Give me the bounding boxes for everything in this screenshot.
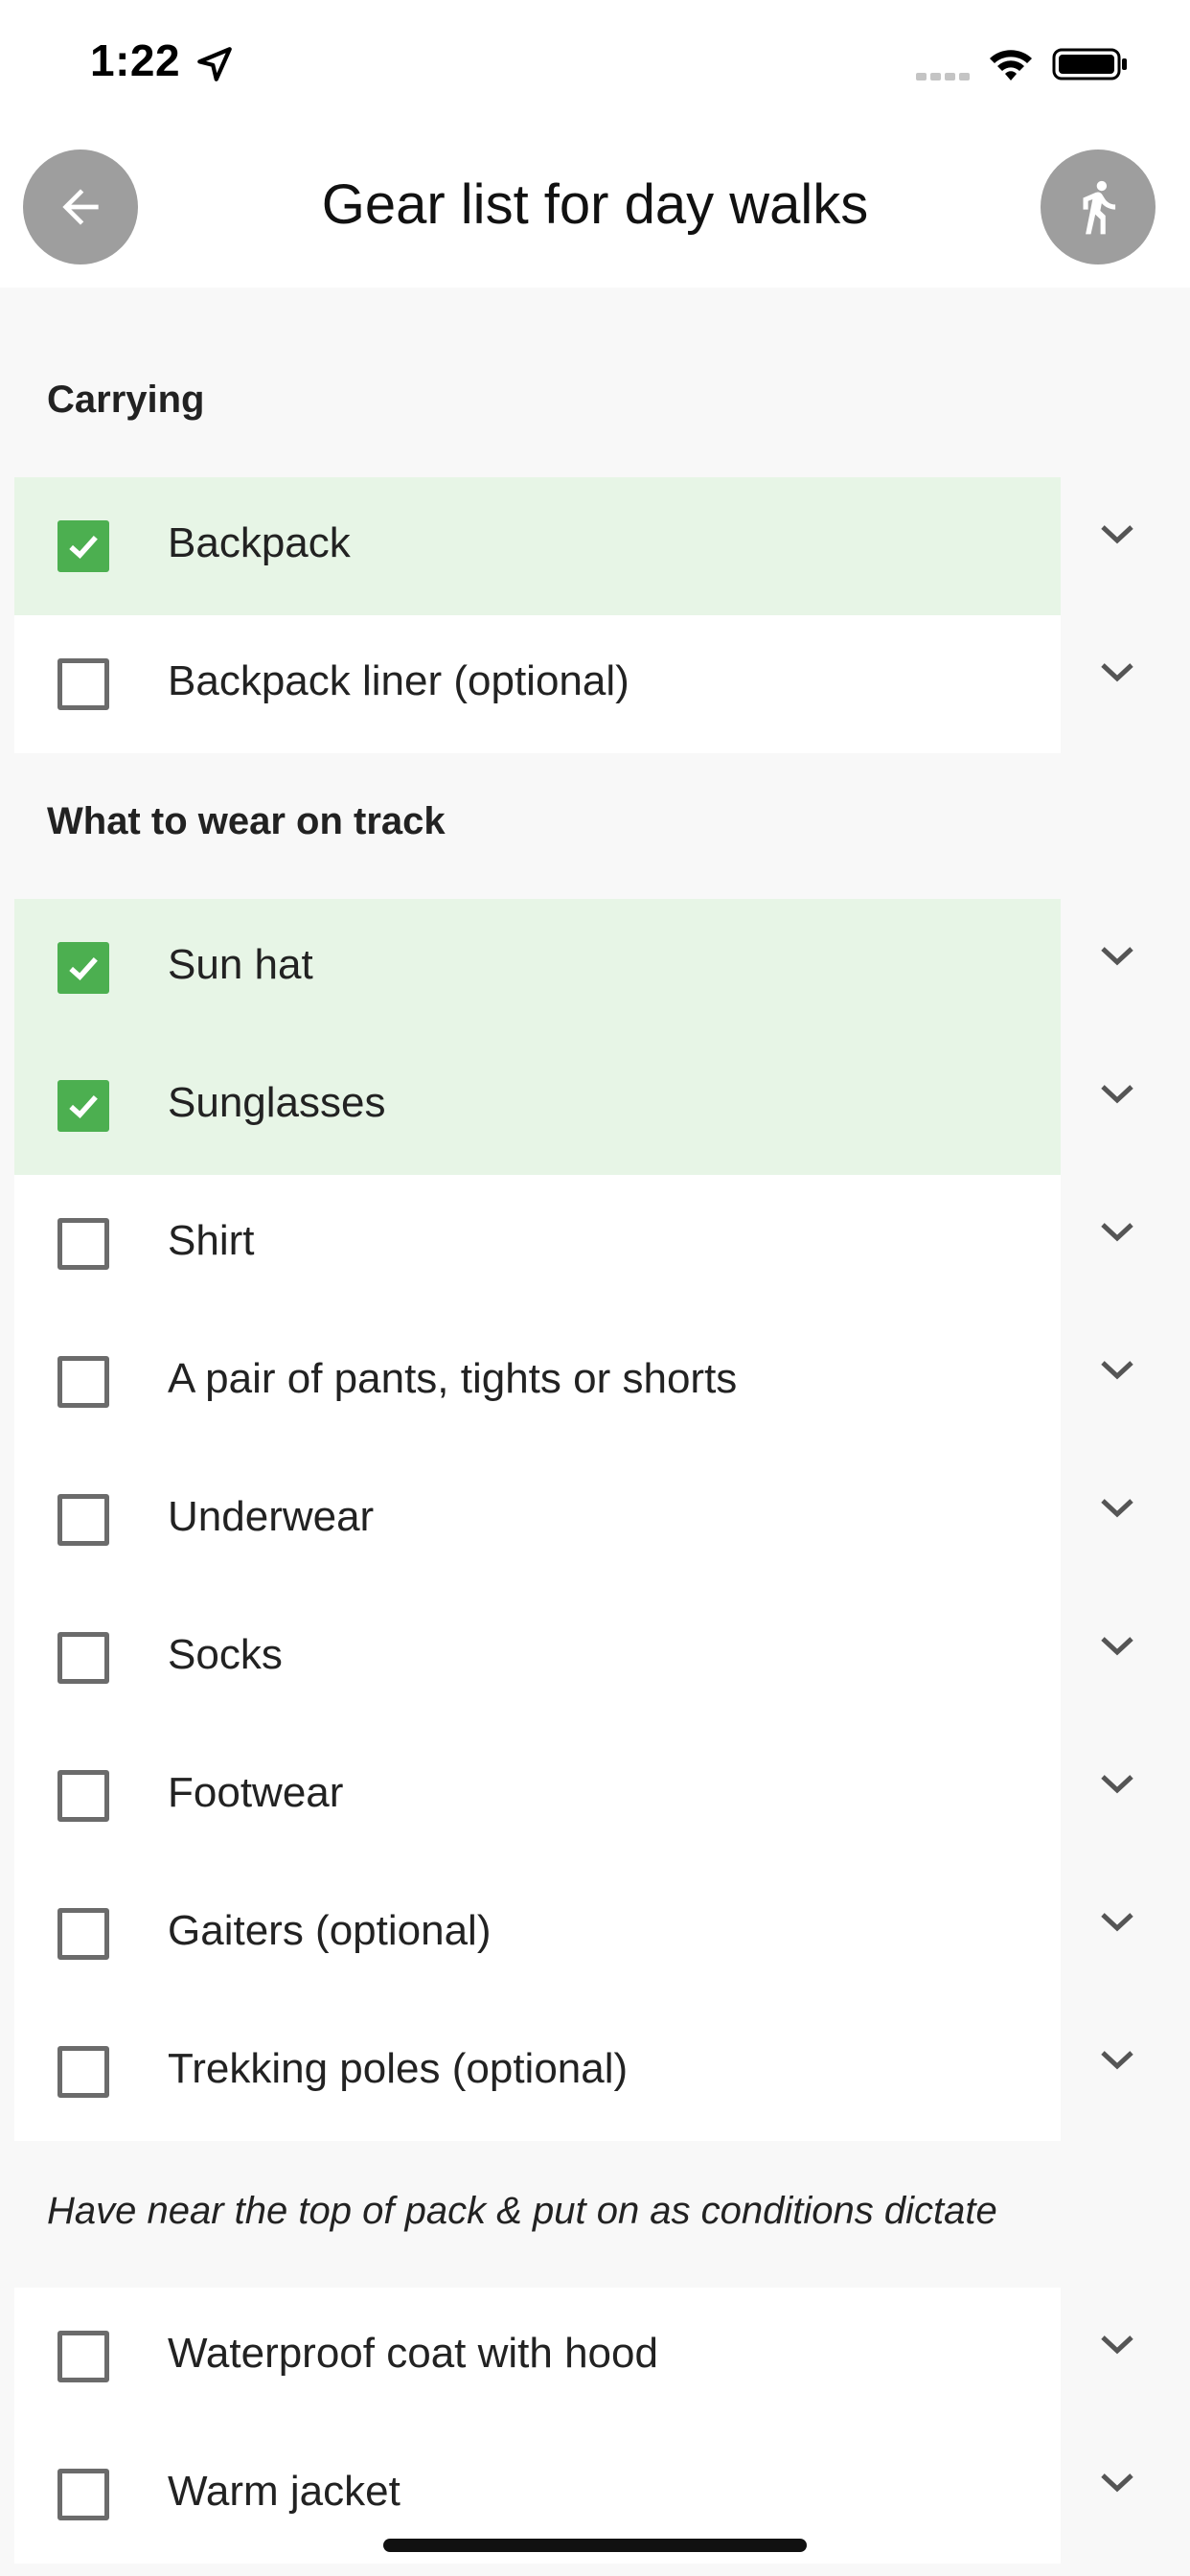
list-item-pants[interactable]: A pair of pants, tights or shorts <box>14 1313 1061 1451</box>
page-title: Gear list for day walks <box>321 173 869 236</box>
chevron-down-icon[interactable] <box>1098 1772 1136 1797</box>
checkbox-unchecked[interactable] <box>57 1356 109 1408</box>
wifi-icon <box>990 50 1032 80</box>
list-item-sun-hat[interactable]: Sun hat <box>14 899 1061 1037</box>
list-item-label: Sunglasses <box>168 1079 386 1126</box>
chevron-down-icon[interactable] <box>1098 1496 1136 1521</box>
checkbox-unchecked[interactable] <box>57 658 109 710</box>
status-time: 1:22 <box>90 35 181 85</box>
chevron-down-icon[interactable] <box>1098 522 1136 547</box>
chevron-down-icon[interactable] <box>1098 660 1136 685</box>
list-item-label: Warm jacket <box>168 2468 400 2515</box>
status-bar: 1:22 <box>0 0 1190 144</box>
section-title-carrying: Carrying <box>47 379 205 421</box>
list-item-label: Trekking poles (optional) <box>168 2045 629 2092</box>
list-item-socks[interactable]: Socks <box>14 1589 1061 1727</box>
checkbox-checked[interactable] <box>57 520 109 572</box>
chevron-down-icon[interactable] <box>1098 1634 1136 1659</box>
checkbox-unchecked[interactable] <box>57 1218 109 1270</box>
list-item-label: Sun hat <box>168 941 313 988</box>
cellular-signal-icon <box>916 73 970 80</box>
checkbox-unchecked[interactable] <box>57 2331 109 2382</box>
list-item-footwear[interactable]: Footwear <box>14 1727 1061 1865</box>
checkbox-unchecked[interactable] <box>57 1632 109 1684</box>
check-icon <box>69 956 98 981</box>
list-item-label: Socks <box>168 1631 283 1678</box>
list-item-label: Waterproof coat with hood <box>168 2330 658 2377</box>
list-item-label: Gaiters (optional) <box>168 1907 492 1954</box>
checkbox-unchecked[interactable] <box>57 2469 109 2520</box>
chevron-down-icon[interactable] <box>1098 944 1136 969</box>
list-item-label: Backpack <box>168 519 351 566</box>
list-item-gaiters[interactable]: Gaiters (optional) <box>14 1865 1061 2003</box>
list-item-underwear[interactable]: Underwear <box>14 1451 1061 1589</box>
list-item-label: Backpack liner (optional) <box>168 657 629 704</box>
list-item-backpack-liner[interactable]: Backpack liner (optional) <box>14 615 1061 753</box>
chevron-down-icon[interactable] <box>1098 1910 1136 1935</box>
list-item-trekking-poles[interactable]: Trekking poles (optional) <box>14 2003 1061 2141</box>
checkbox-unchecked[interactable] <box>57 1770 109 1822</box>
checkbox-unchecked[interactable] <box>57 1494 109 1546</box>
check-icon <box>69 1094 98 1119</box>
list-item-shirt[interactable]: Shirt <box>14 1175 1061 1313</box>
list-item-label: Underwear <box>168 1493 375 1540</box>
checkbox-checked[interactable] <box>57 1080 109 1132</box>
walking-person-icon <box>1083 180 1116 235</box>
battery-icon <box>1052 48 1127 80</box>
location-arrow-icon <box>197 47 232 81</box>
chevron-down-icon[interactable] <box>1098 2471 1136 2496</box>
list-item-label: Footwear <box>168 1769 344 1816</box>
section-title-what-to-wear: What to wear on track <box>47 800 446 842</box>
chevron-down-icon[interactable] <box>1098 1082 1136 1107</box>
section-note: Have near the top of pack & put on as co… <box>47 2190 997 2232</box>
checkbox-unchecked[interactable] <box>57 2046 109 2098</box>
walk-mode-button[interactable] <box>1041 150 1156 264</box>
chevron-down-icon[interactable] <box>1098 2333 1136 2358</box>
chevron-down-icon[interactable] <box>1098 1358 1136 1383</box>
list-item-label: A pair of pants, tights or shorts <box>168 1355 738 1402</box>
check-icon <box>69 535 98 560</box>
list-item-label: Shirt <box>168 1217 255 1264</box>
list-item-backpack[interactable]: Backpack <box>14 477 1061 615</box>
chevron-down-icon[interactable] <box>1098 1220 1136 1245</box>
chevron-down-icon[interactable] <box>1098 2048 1136 2073</box>
checkbox-checked[interactable] <box>57 942 109 994</box>
list-item-waterproof-coat[interactable]: Waterproof coat with hood <box>14 2288 1061 2426</box>
home-indicator[interactable] <box>383 2539 807 2552</box>
checkbox-unchecked[interactable] <box>57 1908 109 1960</box>
list-item-sunglasses[interactable]: Sunglasses <box>14 1037 1061 1175</box>
